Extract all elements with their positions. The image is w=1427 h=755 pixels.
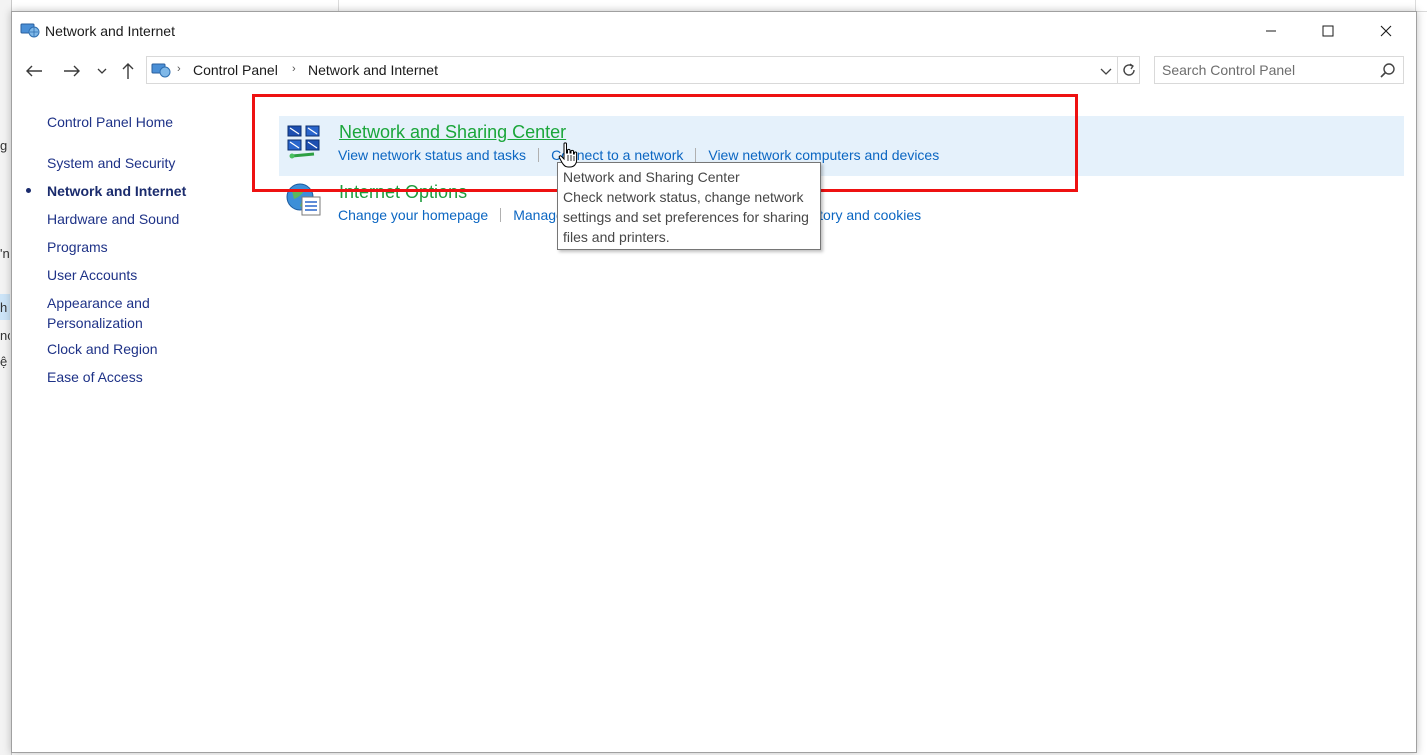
network-sharing-icon — [287, 125, 320, 159]
sidebar-item-hardware-sound[interactable]: Hardware and Sound — [47, 209, 227, 229]
arrow-left-icon — [26, 65, 42, 77]
forward-button[interactable] — [60, 60, 84, 82]
link-change-homepage[interactable]: Change your homepage — [338, 207, 488, 223]
breadcrumb-network-internet[interactable]: Network and Internet — [308, 62, 438, 78]
background-text: nc — [0, 328, 10, 343]
category-network-sharing-center[interactable]: Network and Sharing Center View network … — [279, 116, 1404, 176]
address-dropdown-button[interactable] — [1097, 62, 1115, 80]
maximize-icon — [1322, 25, 1334, 37]
sidebar-item-programs[interactable]: Programs — [47, 237, 227, 257]
background-text: g — [0, 138, 8, 153]
link-divider — [500, 208, 502, 222]
up-button[interactable] — [116, 60, 140, 82]
sidebar-item-system-security[interactable]: System and Security — [47, 153, 227, 173]
minimize-icon — [1266, 30, 1276, 32]
control-panel-window: Network and Internet › Control Panel › N… — [11, 11, 1417, 753]
hand-cursor-icon — [558, 142, 578, 168]
link-divider — [538, 148, 540, 162]
refresh-icon — [1122, 63, 1135, 76]
close-button[interactable] — [1357, 12, 1415, 50]
category-links: View network status and tasks Connect to… — [338, 147, 939, 163]
close-icon — [1380, 25, 1392, 37]
sidebar-item-home[interactable]: Control Panel Home — [47, 112, 227, 132]
tooltip-title: Network and Sharing Center — [563, 169, 740, 185]
internet-options-icon — [286, 183, 321, 216]
search-input[interactable] — [1155, 57, 1375, 83]
category-title-internet-options[interactable]: Internet Options — [339, 182, 467, 203]
tooltip-body: Check network status, change network set… — [563, 189, 809, 245]
sidebar-item-clock-region[interactable]: Clock and Region — [47, 339, 227, 359]
minimize-button[interactable] — [1242, 12, 1300, 50]
link-divider — [695, 148, 697, 162]
network-internet-icon — [20, 23, 40, 38]
back-button[interactable] — [22, 60, 46, 82]
navigation-bar: › Control Panel › Network and Internet — [12, 52, 1416, 90]
tooltip: Network and Sharing Center Check network… — [557, 162, 821, 250]
chevron-down-icon — [97, 68, 107, 74]
search-box[interactable] — [1154, 56, 1404, 84]
search-icon[interactable] — [1379, 62, 1397, 80]
category-internet-options[interactable]: Internet Options Change your homepage Ma… — [279, 176, 1404, 236]
window-title: Network and Internet — [45, 23, 175, 39]
breadcrumb-control-panel[interactable]: Control Panel — [193, 62, 278, 78]
sidebar-item-appearance[interactable]: Appearance and Personalization — [47, 293, 177, 333]
active-bullet-icon — [26, 188, 31, 193]
maximize-button[interactable] — [1299, 12, 1357, 50]
link-view-network-computers[interactable]: View network computers and devices — [708, 147, 939, 163]
sidebar-item-user-accounts[interactable]: User Accounts — [47, 265, 227, 285]
refresh-button[interactable] — [1117, 57, 1139, 83]
link-view-network-status[interactable]: View network status and tasks — [338, 147, 526, 163]
background-text: h — [0, 300, 8, 315]
recent-locations-button[interactable] — [94, 60, 110, 82]
sidebar-item-ease-of-access[interactable]: Ease of Access — [47, 367, 227, 387]
arrow-up-icon — [122, 63, 134, 79]
sidebar-item-network-internet[interactable]: Network and Internet — [47, 181, 227, 201]
control-panel-icon — [151, 63, 171, 78]
title-bar[interactable]: Network and Internet — [12, 12, 1416, 50]
arrow-right-icon — [64, 65, 80, 77]
background-text: 'n — [0, 246, 10, 261]
chevron-right-icon: › — [177, 63, 181, 75]
category-title-network-sharing[interactable]: Network and Sharing Center — [339, 122, 566, 143]
address-bar[interactable]: › Control Panel › Network and Internet — [146, 56, 1140, 84]
chevron-right-icon[interactable]: › — [292, 63, 296, 75]
chevron-down-icon — [1100, 68, 1112, 75]
background-text: ệ — [0, 354, 8, 369]
